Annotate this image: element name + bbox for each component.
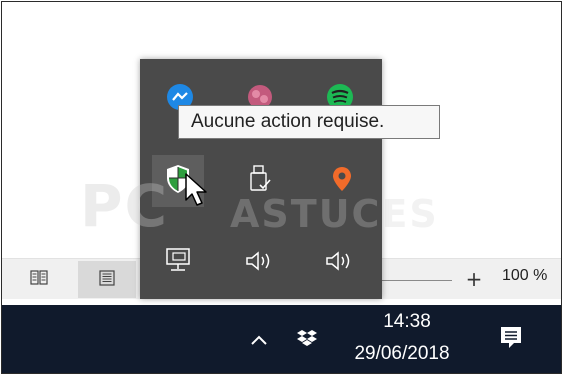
mouse-cursor-icon <box>184 172 210 212</box>
tray-tooltip: Aucune action requise. <box>178 105 440 139</box>
tray-item-app-orange[interactable] <box>318 157 366 205</box>
dropbox-icon <box>297 329 317 351</box>
chevron-up-icon <box>250 331 268 350</box>
tray-item-network[interactable] <box>156 239 204 287</box>
clock-time: 14:38 <box>383 311 431 332</box>
screen-frame: + 100 % 14:38 29/06/2018 PC ASTUCES Aucu… <box>1 1 562 374</box>
network-icon <box>165 247 195 279</box>
tray-overflow-flyout <box>140 59 382 299</box>
tray-item-usb-eject[interactable] <box>236 157 284 205</box>
zoom-level[interactable]: 100 % <box>502 267 547 285</box>
tray-item-volume-2[interactable] <box>316 239 364 287</box>
volume-icon <box>244 249 276 277</box>
page-view-icon <box>99 269 115 290</box>
print-layout-button[interactable] <box>78 261 136 298</box>
action-center-button[interactable] <box>494 323 528 357</box>
show-hidden-icons-button[interactable] <box>242 323 276 357</box>
app-icon-orange <box>330 165 354 197</box>
zoom-in-button[interactable]: + <box>464 266 484 292</box>
taskbar: 14:38 29/06/2018 <box>2 305 561 373</box>
zoom-slider[interactable] <box>382 280 452 281</box>
notification-icon <box>500 326 522 354</box>
book-view-icon <box>29 269 48 290</box>
volume-icon-2 <box>324 249 356 277</box>
tray-item-volume[interactable] <box>236 239 284 287</box>
usb-eject-icon <box>248 165 272 197</box>
dropbox-tray-button[interactable] <box>290 323 324 357</box>
read-mode-button[interactable] <box>20 261 57 298</box>
clock-date: 29/06/2018 <box>354 343 450 364</box>
